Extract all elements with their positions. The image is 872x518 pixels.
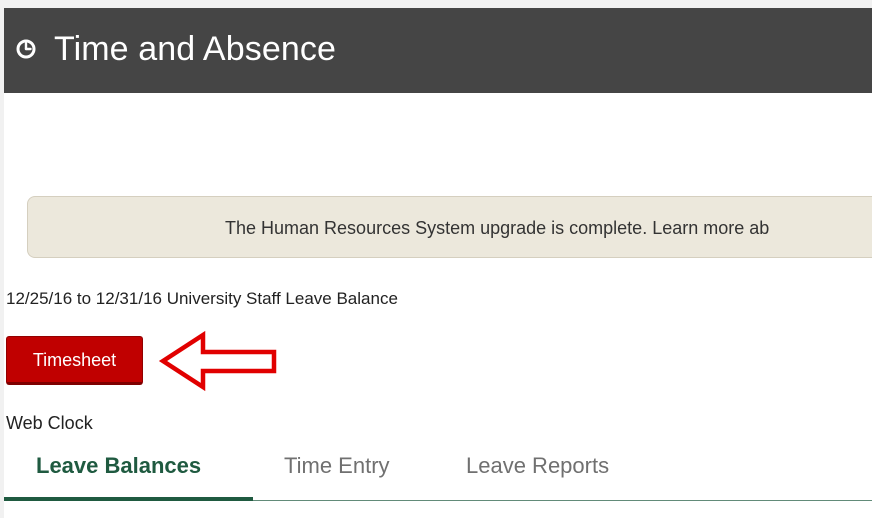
- left-arrow-icon: [158, 330, 277, 392]
- clock-icon: [16, 39, 36, 59]
- tab-leave-reports-label: Leave Reports: [466, 453, 610, 478]
- web-clock-link[interactable]: Web Clock: [6, 412, 93, 434]
- page-title: Time and Absence: [54, 30, 336, 68]
- tab-leave-balances-label: Leave Balances: [36, 453, 202, 478]
- page-header: Time and Absence: [4, 8, 872, 93]
- upgrade-notice-text: The Human Resources System upgrade is co…: [225, 218, 770, 238]
- tab-divider: [4, 500, 872, 501]
- upgrade-notice: The Human Resources System upgrade is co…: [27, 196, 872, 258]
- leave-tabs: Leave Balances Time Entry Leave Reports: [4, 447, 872, 501]
- leave-balance-period: 12/25/16 to 12/31/16 University Staff Le…: [6, 289, 398, 308]
- time-and-absence-page: Time and Absence The Human Resources Sys…: [4, 8, 872, 518]
- tab-time-entry[interactable]: Time Entry: [284, 455, 390, 501]
- tab-leave-balances[interactable]: Leave Balances: [4, 455, 253, 501]
- timesheet-button[interactable]: Timesheet: [6, 336, 143, 385]
- tab-time-entry-label: Time Entry: [284, 453, 390, 478]
- tab-leave-reports[interactable]: Leave Reports: [466, 455, 609, 501]
